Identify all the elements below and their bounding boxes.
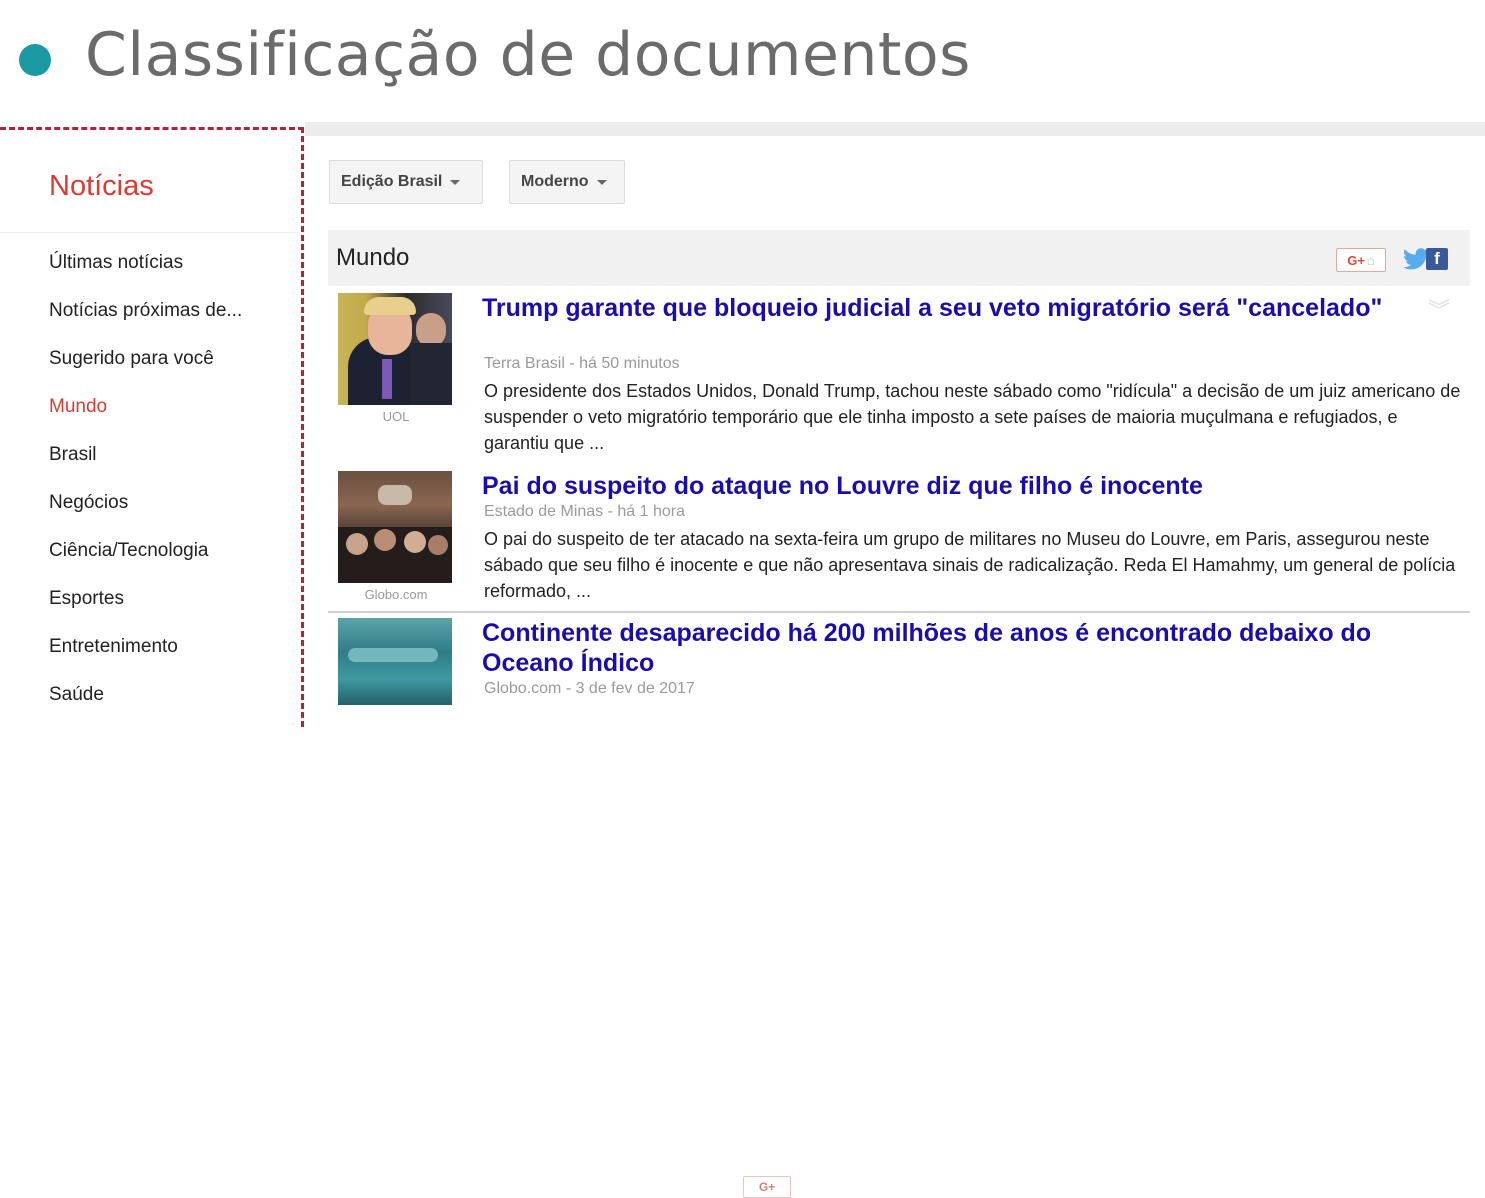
article-headline[interactable]: Trump garante que bloqueio judicial a se… [482,293,1442,323]
chevron-down-icon [596,179,607,185]
article-item: UOL Trump garante que bloqueio judicial … [338,293,1473,463]
sidebar-item-noticias-proximas[interactable]: Notícias próximas de... [49,300,242,322]
news-screenshot: Notícias Últimas notícias Notícias próxi… [0,122,1485,1198]
sidebar-item-negocios[interactable]: Negócios [49,492,128,514]
sidebar-item-esportes[interactable]: Esportes [49,588,124,610]
view-dropdown[interactable]: Moderno [509,160,625,204]
article-snippet: O pai do suspeito de ter atacado na sext… [484,529,1456,601]
article-snippet: O presidente dos Estados Unidos, Donald … [484,381,1461,453]
thumbnail-image [338,471,452,583]
article-item: Continente desaparecido há 200 milhões d… [338,618,1473,1198]
thumbnail-source: Globo.com [364,587,428,602]
article-headline[interactable]: Pai do suspeito do ataque no Louvre diz … [482,471,1442,501]
edition-dropdown[interactable]: Edição Brasil [329,160,483,204]
article-meta: Terra Brasil - há 50 minutos [484,355,680,372]
thumbnail-source: UOL [382,409,410,424]
article-thumbnail[interactable]: Globo.com [338,471,454,602]
article-meta: Globo.com - 3 de fev de 2017 [484,680,695,697]
facebook-icon[interactable]: f [1426,248,1448,270]
view-label: Moderno [521,173,589,190]
sidebar-item-ciencia-tecnologia[interactable]: Ciência/Tecnologia [49,540,209,562]
sidebar: Notícias Últimas notícias Notícias próxi… [0,127,304,727]
article-meta: Estado de Minas - há 1 hora [484,503,686,520]
sidebar-item-brasil[interactable]: Brasil [49,444,97,466]
sidebar-divider [0,232,298,233]
top-band [305,122,1485,136]
edition-label: Edição Brasil [341,173,443,190]
gplus-label: G+ [758,1180,776,1194]
thumbnail-image [338,618,452,705]
sidebar-item-entretenimento[interactable]: Entretenimento [49,636,178,658]
slide-header: Classificação de documentos [0,0,1485,122]
article-headline[interactable]: Continente desaparecido há 200 milhões d… [482,618,1442,678]
google-plus-icon[interactable]: G+ ⌂ [1336,248,1386,272]
chevron-down-icon [450,179,461,185]
section-title: Mundo [336,244,410,271]
google-plus-icon[interactable]: G+ [743,1176,791,1198]
sidebar-item-ultimas-noticias[interactable]: Últimas notícias [49,252,183,274]
brand-title[interactable]: Notícias [49,170,154,203]
thumbnail-image [338,293,452,405]
sidebar-item-mundo[interactable]: Mundo [49,396,107,418]
article-item: Globo.com Pai do suspeito do ataque no L… [338,471,1473,607]
bullet-icon [19,44,51,76]
gplus-label: G+ [1347,252,1365,268]
sidebar-item-saude[interactable]: Saúde [49,684,104,706]
section-header: Mundo G+ ⌂ f [328,230,1470,286]
article-thumbnail[interactable]: UOL [338,293,454,424]
slide-title: Classificação de documentos [85,20,971,90]
section-divider [328,611,1470,613]
sidebar-item-sugerido[interactable]: Sugerido para você [49,348,214,370]
article-thumbnail[interactable] [338,618,454,705]
chevron-down-icon[interactable]: ︾ [1428,293,1450,325]
